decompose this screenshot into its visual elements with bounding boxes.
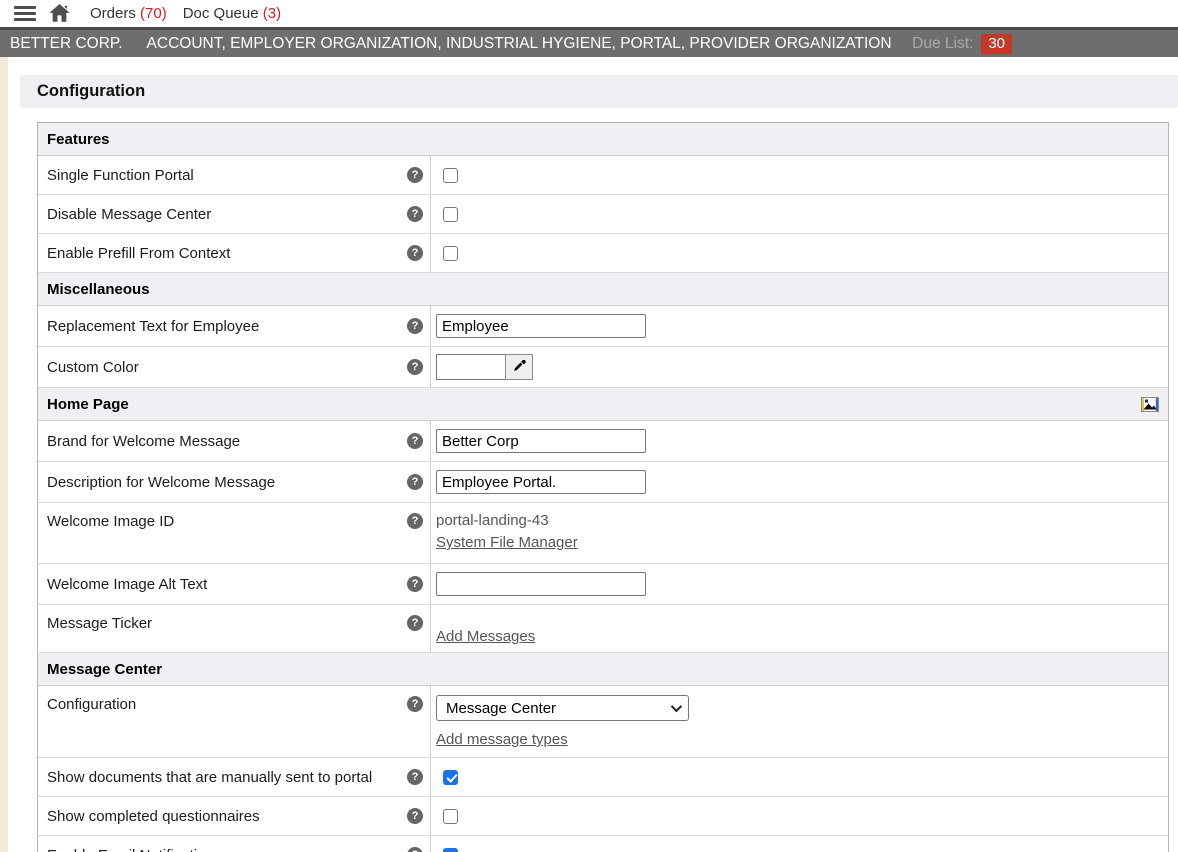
- row-message-ticker: Message Ticker ? Add Messages: [38, 605, 1168, 653]
- add-messages-link[interactable]: Add Messages: [436, 628, 535, 645]
- section-title: Features: [47, 131, 110, 148]
- section-header-message-center: Message Center: [38, 653, 1168, 686]
- image-preview-icon[interactable]: [1141, 397, 1159, 412]
- organization-categories: ACCOUNT, EMPLOYER ORGANIZATION, INDUSTRI…: [147, 35, 892, 53]
- row-label: Enable Email Notifications: [47, 847, 221, 852]
- company-name: BETTER CORP.: [10, 35, 123, 53]
- custom-color-input[interactable]: [436, 354, 506, 380]
- selected-option: Message Center: [446, 700, 556, 717]
- row-mc-configuration: Configuration ? Message Center Add messa…: [38, 686, 1168, 758]
- due-list-count-badge: 30: [981, 34, 1012, 54]
- row-description-welcome: Description for Welcome Message ?: [38, 462, 1168, 503]
- row-enable-prefill: Enable Prefill From Context ?: [38, 234, 1168, 273]
- help-icon[interactable]: ?: [407, 576, 423, 592]
- row-label: Welcome Image ID: [47, 513, 174, 530]
- single-function-portal-checkbox[interactable]: [443, 168, 458, 183]
- help-icon[interactable]: ?: [407, 769, 423, 785]
- row-single-function-portal: Single Function Portal ?: [38, 156, 1168, 195]
- row-welcome-image-id: Welcome Image ID ? portal-landing-43 Sys…: [38, 503, 1168, 564]
- replacement-text-input[interactable]: [436, 314, 646, 338]
- section-header-miscellaneous: Miscellaneous: [38, 273, 1168, 306]
- section-title: Miscellaneous: [47, 281, 150, 298]
- row-label: Enable Prefill From Context: [47, 245, 230, 262]
- help-icon[interactable]: ?: [407, 433, 423, 449]
- system-file-manager-link[interactable]: System File Manager: [436, 534, 578, 551]
- help-icon[interactable]: ?: [407, 847, 423, 852]
- color-picker-button[interactable]: [505, 354, 533, 380]
- brand-welcome-input[interactable]: [436, 429, 646, 453]
- row-show-documents: Show documents that are manually sent to…: [38, 758, 1168, 797]
- help-icon[interactable]: ?: [407, 615, 423, 631]
- show-questionnaires-checkbox[interactable]: [443, 809, 458, 824]
- help-icon[interactable]: ?: [407, 513, 423, 529]
- help-icon[interactable]: ?: [407, 318, 423, 334]
- row-label: Welcome Image Alt Text: [47, 576, 207, 593]
- row-label: Show documents that are manually sent to…: [47, 769, 372, 786]
- row-brand-welcome: Brand for Welcome Message ?: [38, 421, 1168, 462]
- help-icon[interactable]: ?: [407, 206, 423, 222]
- home-icon[interactable]: [49, 4, 70, 23]
- mc-configuration-select[interactable]: Message Center: [436, 695, 689, 721]
- row-welcome-image-alt: Welcome Image Alt Text ?: [38, 564, 1168, 605]
- section-header-features: Features: [38, 123, 1168, 156]
- row-replacement-text: Replacement Text for Employee ?: [38, 306, 1168, 347]
- row-label: Brand for Welcome Message: [47, 433, 240, 450]
- welcome-image-id-value: portal-landing-43: [436, 512, 549, 529]
- left-edge-strip: [0, 57, 8, 852]
- orders-count: (70): [140, 5, 167, 22]
- top-navigation-bar: Orders (70) Doc Queue (3): [0, 0, 1178, 27]
- eyedropper-icon: [512, 358, 527, 377]
- section-header-home-page: Home Page: [38, 388, 1168, 421]
- orders-link[interactable]: Orders (70): [90, 5, 167, 22]
- help-icon[interactable]: ?: [407, 808, 423, 824]
- doc-queue-label: Doc Queue: [183, 5, 259, 22]
- add-message-types-link[interactable]: Add message types: [436, 731, 568, 748]
- help-icon[interactable]: ?: [407, 167, 423, 183]
- row-label: Description for Welcome Message: [47, 474, 275, 491]
- due-list-link[interactable]: Due List: 30: [912, 34, 1012, 54]
- page-title: Configuration: [37, 82, 145, 101]
- context-bar: BETTER CORP. ACCOUNT, EMPLOYER ORGANIZAT…: [0, 27, 1178, 57]
- configuration-table: Features Single Function Portal ? Disabl…: [37, 122, 1169, 852]
- section-title: Message Center: [47, 661, 162, 678]
- help-icon[interactable]: ?: [407, 245, 423, 261]
- doc-queue-link[interactable]: Doc Queue (3): [183, 5, 281, 22]
- show-documents-checkbox[interactable]: [443, 770, 458, 785]
- row-label: Configuration: [47, 696, 136, 713]
- row-show-questionnaires: Show completed questionnaires ?: [38, 797, 1168, 836]
- row-disable-message-center: Disable Message Center ?: [38, 195, 1168, 234]
- hamburger-menu-icon[interactable]: [14, 6, 36, 21]
- section-title: Home Page: [47, 396, 129, 413]
- help-icon[interactable]: ?: [407, 474, 423, 490]
- due-list-label: Due List:: [912, 35, 973, 53]
- page-title-bar: Configuration: [20, 75, 1178, 108]
- row-label: Disable Message Center: [47, 206, 211, 223]
- help-icon[interactable]: ?: [407, 696, 423, 712]
- row-label: Show completed questionnaires: [47, 808, 260, 825]
- chevron-down-icon: [671, 701, 682, 712]
- row-label: Replacement Text for Employee: [47, 318, 259, 335]
- enable-prefill-checkbox[interactable]: [443, 246, 458, 261]
- row-label: Custom Color: [47, 359, 139, 376]
- email-notifications-checkbox[interactable]: [443, 848, 458, 852]
- row-label: Single Function Portal: [47, 167, 194, 184]
- description-welcome-input[interactable]: [436, 470, 646, 494]
- row-label: Message Ticker: [47, 615, 152, 632]
- welcome-image-alt-input[interactable]: [436, 572, 646, 596]
- row-custom-color: Custom Color ?: [38, 347, 1168, 388]
- row-email-notifications: Enable Email Notifications ?: [38, 836, 1168, 852]
- doc-queue-count: (3): [263, 5, 281, 22]
- help-icon[interactable]: ?: [407, 359, 423, 375]
- disable-message-center-checkbox[interactable]: [443, 207, 458, 222]
- orders-label: Orders: [90, 5, 136, 22]
